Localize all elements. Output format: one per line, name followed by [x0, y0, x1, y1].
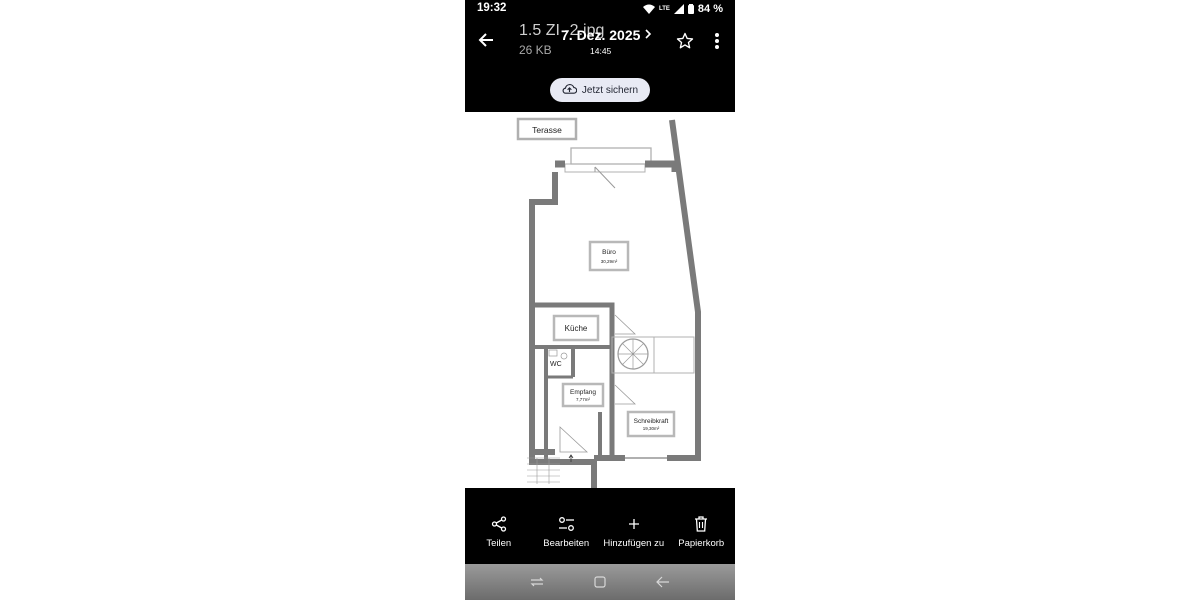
backup-now-label: Jetzt sichern [581, 84, 639, 96]
clerk-label: Schreibkraft [634, 418, 669, 425]
network-label: LTE [659, 6, 670, 12]
office-label: Büro [602, 249, 616, 256]
trash-icon [691, 514, 711, 534]
home-icon[interactable] [591, 573, 609, 591]
trash-button[interactable]: Papierkorb [668, 514, 736, 564]
clerk-area: 19,30m² [643, 426, 660, 431]
floorplan-image[interactable]: Terasse Büro 30,29m² Küche WC Empfang 7,… [465, 112, 735, 488]
backup-now-button[interactable]: Jetzt sichern [550, 78, 650, 102]
terrace-label: Terasse [532, 125, 562, 135]
system-nav-bar [465, 564, 735, 600]
reception-area: 7,77m² [576, 397, 591, 402]
top-app-bar: 1.5 ZI -2.jpg 26 KB 7. Dez. 2025 14:45 [465, 18, 735, 68]
battery-percent: 84 % [697, 3, 723, 15]
status-time: 19:32 [477, 2, 507, 14]
add-to-button[interactable]: Hinzufügen zu [600, 514, 668, 564]
add-to-label: Hinzufügen zu [603, 538, 665, 549]
photo-date: 7. Dez. 2025 [561, 27, 641, 43]
plus-icon [624, 514, 644, 534]
battery-icon [687, 4, 694, 14]
share-icon [489, 514, 509, 534]
share-button[interactable]: Teilen [465, 514, 533, 564]
edit-sliders-icon [556, 514, 576, 534]
photo-time: 14:45 [590, 46, 612, 56]
edit-label: Bearbeiten [543, 538, 590, 549]
office-area: 30,29m² [601, 259, 618, 264]
recents-icon[interactable] [528, 573, 546, 591]
reception-label: Empfang [570, 389, 596, 396]
status-bar: 19:32 LTE 84 % [465, 0, 735, 18]
chevron-right-icon [644, 26, 652, 44]
wc-label: WC [550, 361, 562, 368]
wifi-icon [643, 4, 656, 14]
signal-icon [673, 4, 684, 14]
date-button[interactable]: 7. Dez. 2025 [561, 26, 652, 44]
back-arrow-icon[interactable] [475, 29, 497, 51]
back-nav-icon[interactable] [654, 573, 672, 591]
more-vert-icon[interactable] [709, 31, 725, 51]
bottom-actions: Teilen Bearbeiten Hinzufügen zu Papierko… [465, 514, 735, 564]
star-icon[interactable] [675, 31, 695, 51]
share-label: Teilen [486, 538, 512, 549]
status-icons: LTE 84 % [643, 2, 723, 16]
phone-screen: 19:32 LTE 84 % 1.5 ZI -2.jpg 26 KB 7. De… [465, 0, 735, 600]
cloud-upload-icon [562, 83, 578, 97]
kitchen-label: Küche [565, 324, 588, 333]
file-size: 26 KB [519, 43, 552, 57]
edit-button[interactable]: Bearbeiten [533, 514, 601, 564]
trash-label: Papierkorb [678, 538, 725, 549]
